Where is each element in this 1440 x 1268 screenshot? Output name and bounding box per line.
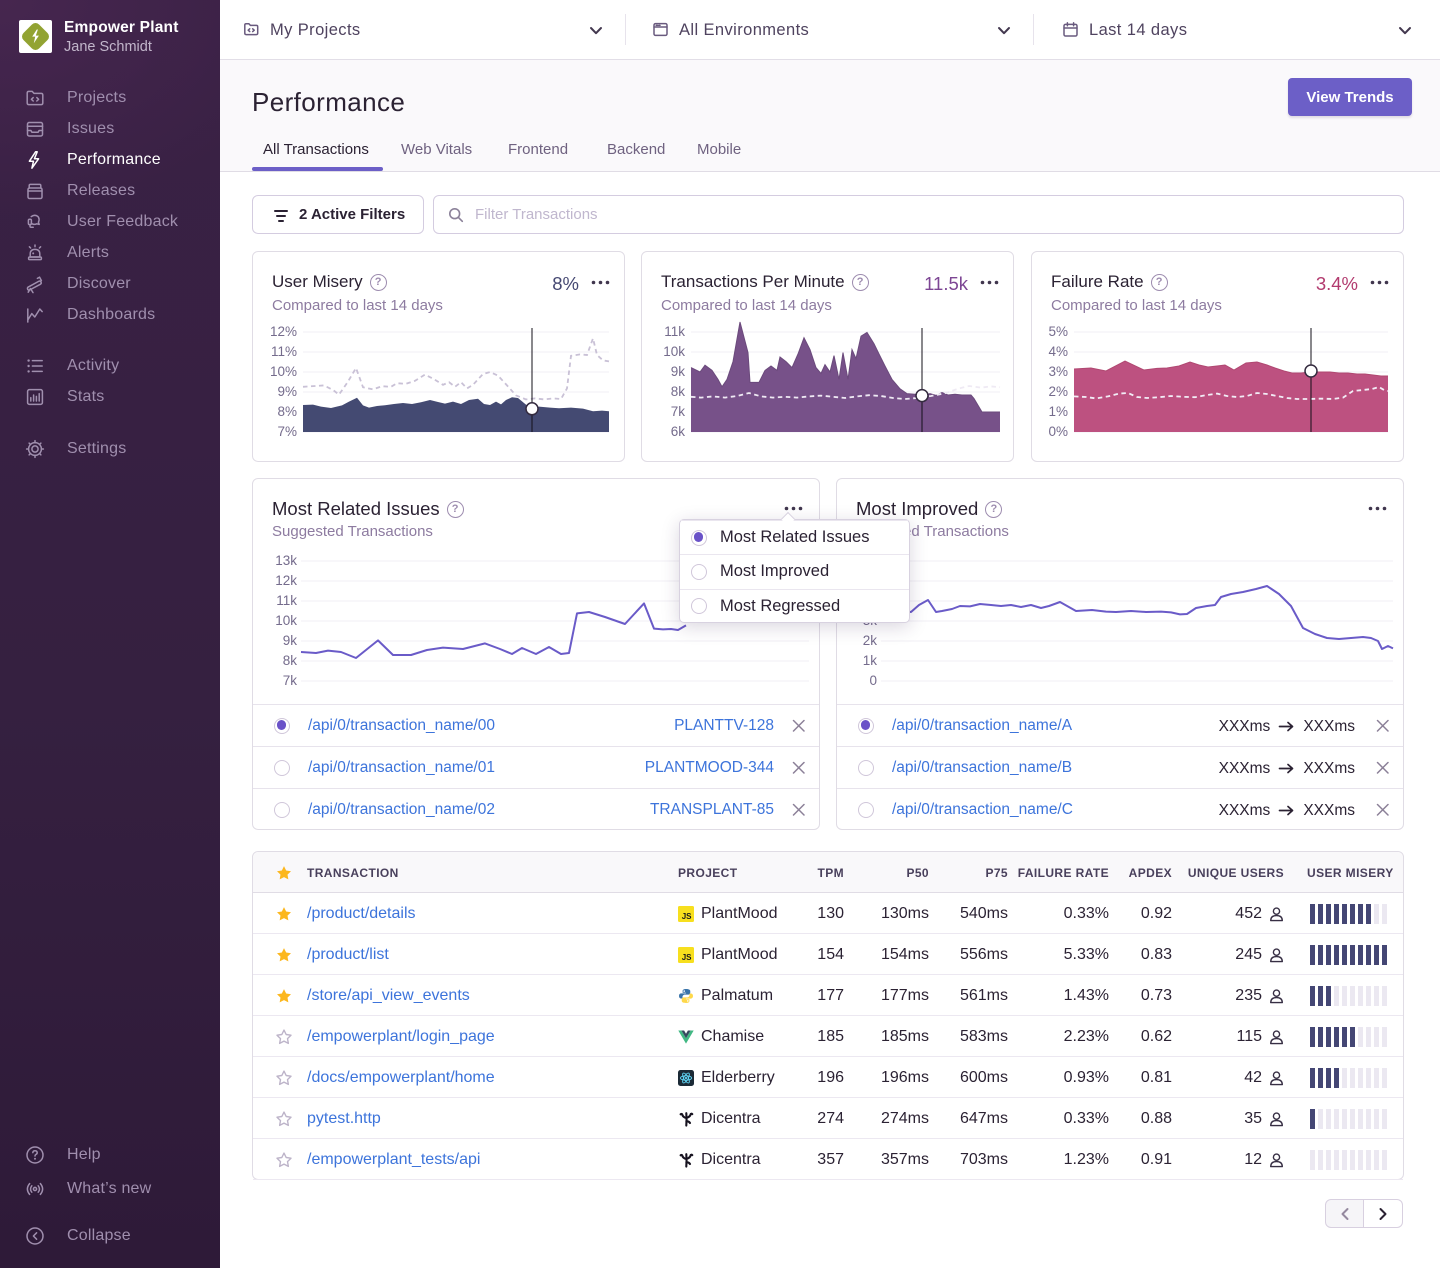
svg-text:13k: 13k: [275, 553, 297, 568]
svg-text:8k: 8k: [283, 653, 298, 668]
svg-text:2%: 2%: [1048, 384, 1068, 399]
svg-text:JS: JS: [682, 912, 692, 921]
svg-text:9%: 9%: [277, 384, 297, 399]
svg-text:8k: 8k: [671, 384, 686, 399]
svg-text:0: 0: [869, 673, 877, 688]
svg-text:0%: 0%: [1048, 424, 1068, 439]
svg-text:10%: 10%: [270, 364, 297, 379]
svg-text:1%: 1%: [1048, 404, 1068, 419]
svg-text:11k: 11k: [664, 324, 685, 339]
svg-text:11k: 11k: [276, 593, 297, 608]
svg-text:3%: 3%: [1048, 364, 1068, 379]
svg-text:12k: 12k: [275, 573, 297, 588]
svg-text:8%: 8%: [277, 404, 297, 419]
svg-text:7%: 7%: [277, 424, 297, 439]
svg-text:5%: 5%: [1048, 324, 1068, 339]
svg-text:12%: 12%: [270, 324, 297, 339]
svg-text:1k: 1k: [863, 653, 878, 668]
svg-text:7k: 7k: [283, 673, 298, 688]
svg-text:JS: JS: [682, 953, 692, 962]
svg-text:11%: 11%: [271, 344, 297, 359]
svg-text:6k: 6k: [671, 424, 686, 439]
svg-text:9k: 9k: [671, 364, 686, 379]
svg-text:7k: 7k: [671, 404, 686, 419]
svg-text:9k: 9k: [283, 633, 298, 648]
svg-text:10k: 10k: [663, 344, 685, 359]
svg-text:2k: 2k: [863, 633, 878, 648]
svg-text:4%: 4%: [1048, 344, 1068, 359]
svg-text:10k: 10k: [275, 613, 297, 628]
